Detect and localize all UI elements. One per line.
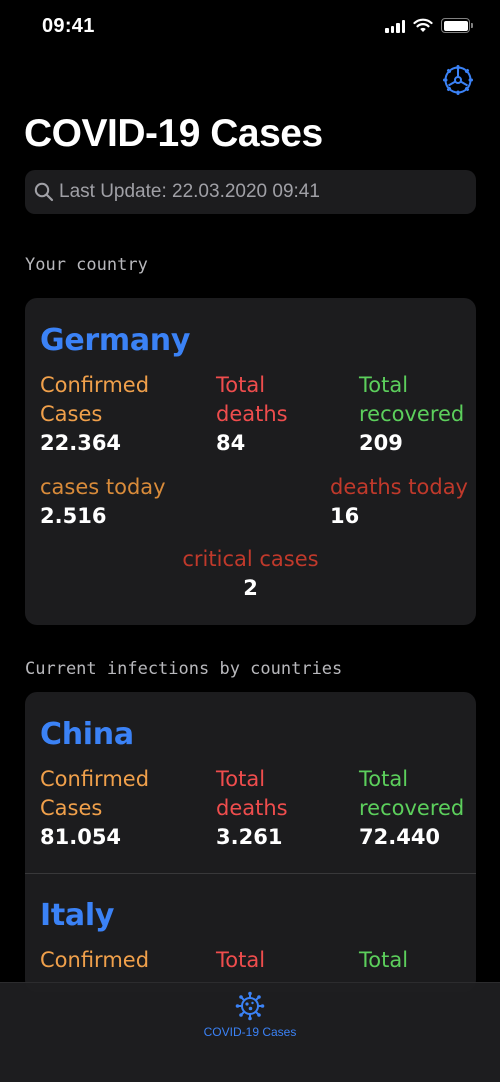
deaths-today-value: 16 [330,504,360,528]
battery-icon [441,18,473,33]
deaths-today-stat: deaths today 16 [330,473,468,531]
confirmed-label-2: Cases [40,796,103,820]
virus-icon [235,991,265,1021]
deaths-stat: Total deaths 3.261 [216,765,288,852]
deaths-label: Total [216,767,266,791]
critical-stat: critical cases 2 [25,545,476,603]
recovered-label-2: recovered [359,402,465,426]
confirmed-value: 81.054 [40,825,122,849]
search-bar[interactable]: Last Update: 22.03.2020 09:41 [25,170,476,214]
deaths-label: Total [216,373,266,397]
recovered-label: Total [359,373,409,397]
cases-today-label: cases today [40,475,166,499]
deaths-stat: Total [216,946,265,975]
confirmed-stat: Confirmed Cases 81.054 [40,765,149,852]
recovered-label: Total [359,948,409,972]
deaths-label-2: deaths [216,796,288,820]
section-header-your-country: Your country [25,255,148,275]
confirmed-label: Confirmed [40,948,150,972]
critical-value: 2 [243,576,258,600]
tab-label: COVID-19 Cases [203,1025,297,1039]
status-icons [385,18,473,33]
confirmed-value: 22.364 [40,431,122,455]
your-country-card[interactable]: Germany Confirmed Cases 22.364 Total dea… [25,298,476,625]
cases-today-value: 2.516 [40,504,107,528]
list-item-italy[interactable]: Italy Confirmed Total Total [25,874,476,992]
gear-icon [443,65,473,95]
countries-list-card: China Confirmed Cases 81.054 Total death… [25,692,476,992]
recovered-value: 72.440 [359,825,441,849]
country-name: China [40,717,134,752]
settings-button[interactable] [442,64,474,96]
recovered-value: 209 [359,431,403,455]
deaths-label: Total [216,948,266,972]
confirmed-stat: Confirmed Cases 22.364 [40,371,149,458]
country-name: Germany [40,323,191,358]
section-header-by-countries: Current infections by countries [25,659,343,679]
tab-bar: COVID-19 Cases [0,982,500,1082]
country-name: Italy [40,898,115,933]
deaths-value: 3.261 [216,825,283,849]
confirmed-label: Confirmed [40,767,150,791]
deaths-stat: Total deaths 84 [216,371,288,458]
list-item-china[interactable]: China Confirmed Cases 81.054 Total death… [25,692,476,873]
recovered-stat: Total recovered 72.440 [359,765,464,852]
recovered-stat: Total [359,946,408,975]
deaths-today-label: deaths today [330,475,468,499]
search-text: Last Update: 22.03.2020 09:41 [59,181,320,202]
search-icon [33,181,55,203]
cellular-signal-icon [385,19,405,33]
deaths-label-2: deaths [216,402,288,426]
recovered-stat: Total recovered 209 [359,371,464,458]
recovered-label-2: recovered [359,796,465,820]
confirmed-label: Confirmed [40,373,150,397]
status-time: 09:41 [42,15,95,37]
critical-label: critical cases [182,547,319,571]
confirmed-label-2: Cases [40,402,103,426]
page-title: COVID-19 Cases [24,112,323,155]
status-bar: 09:41 [0,0,500,54]
confirmed-stat: Confirmed [40,946,149,975]
tab-covid-cases[interactable]: COVID-19 Cases [0,991,500,1039]
recovered-label: Total [359,767,409,791]
deaths-value: 84 [216,431,246,455]
wifi-icon [413,18,433,32]
cases-today-stat: cases today 2.516 [40,473,166,531]
